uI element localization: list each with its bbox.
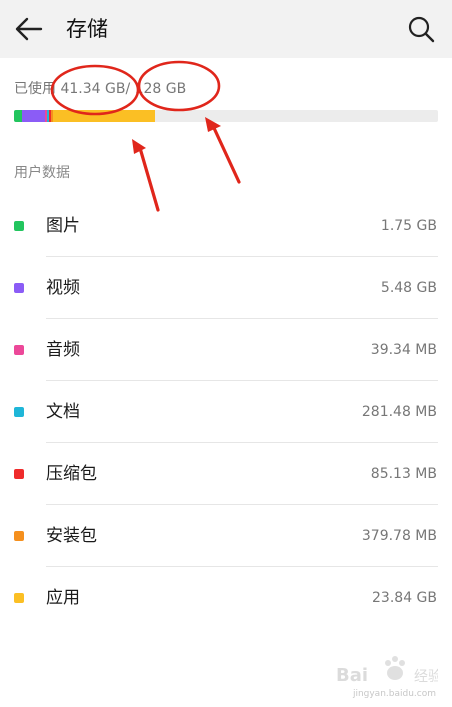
category-size: 5.48 GB <box>380 280 437 296</box>
category-list: 图片 1.75 GB 视频 5.48 GB 音频 39.34 MB 文档 281.48 MB 压… <box>0 195 452 629</box>
category-size: 281.48 MB <box>361 404 437 420</box>
page-title: 存储 <box>66 17 108 41</box>
used-value: 41.34 GB <box>60 81 126 97</box>
category-size: 23.84 GB <box>372 590 437 606</box>
category-size: 85.13 MB <box>370 466 437 482</box>
category-size: 379.78 MB <box>361 528 437 544</box>
svg-text:Bai: Bai <box>336 665 368 686</box>
category-color-dot <box>14 469 24 479</box>
usage-bar-segment <box>21 110 46 122</box>
category-label: 压缩包 <box>46 464 97 484</box>
category-label: 音频 <box>46 340 80 360</box>
storage-usage-bar <box>14 110 438 122</box>
category-label: 安装包 <box>46 526 97 546</box>
usage-separator: / <box>125 81 131 97</box>
app-header: 存储 <box>0 0 452 58</box>
category-label: 应用 <box>46 588 80 608</box>
usage-bar-segment <box>52 110 156 122</box>
category-color-dot <box>14 221 24 231</box>
category-row[interactable]: 图片 1.75 GB <box>0 195 452 257</box>
category-color-dot <box>14 283 24 293</box>
category-color-dot <box>14 345 24 355</box>
back-button[interactable] <box>12 12 46 46</box>
category-row[interactable]: 视频 5.48 GB <box>0 257 452 319</box>
search-icon <box>408 16 435 43</box>
used-label: 已使用 <box>14 81 56 97</box>
category-label: 文档 <box>46 402 80 422</box>
category-row[interactable]: 压缩包 85.13 MB <box>0 443 452 505</box>
svg-text:经验: 经验 <box>414 669 438 685</box>
category-label: 图片 <box>46 216 80 236</box>
category-label: 视频 <box>46 278 80 298</box>
category-row[interactable]: 应用 23.84 GB <box>0 567 452 629</box>
usage-bar-segment <box>14 110 22 122</box>
storage-usage-text: 已使用 41.34 GB/ 128 GB <box>14 79 186 99</box>
watermark-url: jingyan.baidu.com <box>352 689 436 699</box>
back-arrow-icon <box>15 17 43 41</box>
category-size: 1.75 GB <box>380 218 437 234</box>
search-button[interactable] <box>404 12 438 46</box>
category-color-dot <box>14 531 24 541</box>
category-color-dot <box>14 407 24 417</box>
category-row[interactable]: 音频 39.34 MB <box>0 319 452 381</box>
category-row[interactable]: 文档 281.48 MB <box>0 381 452 443</box>
category-row[interactable]: 安装包 379.78 MB <box>0 505 452 567</box>
category-color-dot <box>14 593 24 603</box>
category-size: 39.34 MB <box>370 342 437 358</box>
total-value: 128 GB <box>134 81 187 97</box>
section-title: 用户数据 <box>14 165 70 181</box>
